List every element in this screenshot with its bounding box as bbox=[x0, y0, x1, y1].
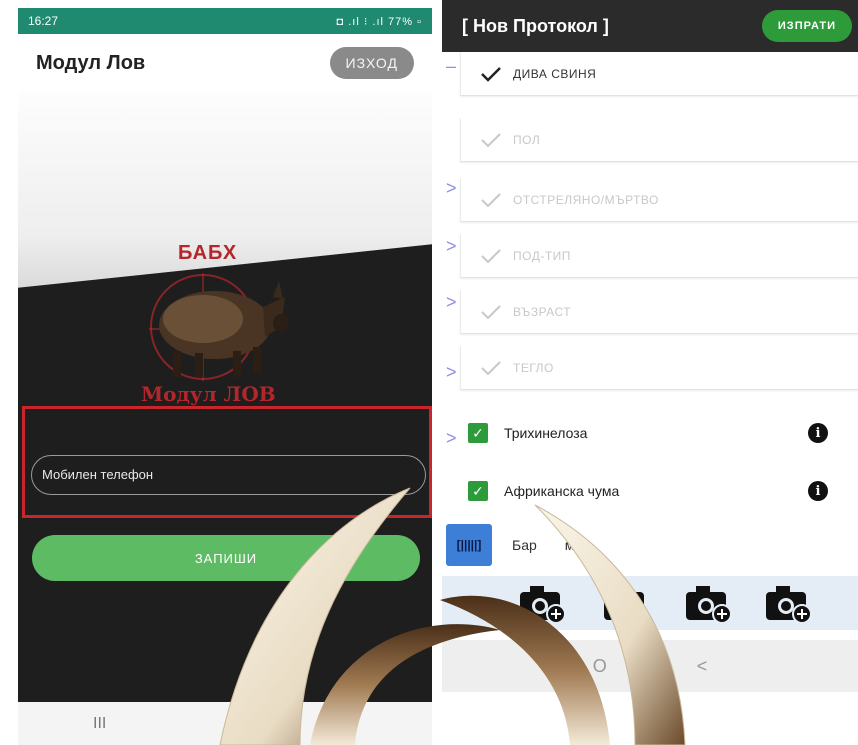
hero-banner: БАБХ Модул ЛОВ bbox=[18, 92, 432, 412]
check-label: Трихинелоза bbox=[504, 425, 588, 441]
field-label: пол bbox=[513, 132, 541, 147]
photo-row bbox=[442, 576, 858, 630]
chevron-right-icon: > bbox=[446, 362, 457, 382]
info-icon[interactable]: i bbox=[808, 423, 828, 443]
chevron-right-icon: > bbox=[446, 428, 457, 448]
field-species[interactable]: дива свиня bbox=[460, 52, 858, 96]
info-icon[interactable]: i bbox=[808, 481, 828, 501]
barcode-label: Бар мер bbox=[512, 537, 590, 553]
add-photo-camera-icon[interactable] bbox=[516, 580, 568, 626]
checkbox-checked-icon[interactable]: ✓ bbox=[468, 423, 488, 443]
mobile-phone-input[interactable]: Мобилен телефон bbox=[31, 455, 426, 495]
chevron-right-icon: > bbox=[446, 292, 457, 312]
protocol-app-bar: [ Нов Протокол ] ИЗПРАТИ bbox=[442, 0, 858, 52]
field-label: тегло bbox=[513, 360, 554, 375]
boar-logo-icon bbox=[149, 273, 289, 381]
logo-subtitle: Модул ЛОВ bbox=[141, 382, 276, 406]
phone-field-highlight: Мобилен телефон bbox=[22, 406, 432, 518]
home-button[interactable]: O bbox=[593, 656, 607, 677]
check-trichinella[interactable]: ✓ Трихинелоза i bbox=[460, 408, 858, 458]
check-icon bbox=[481, 248, 501, 263]
chevron-right-icon: > bbox=[446, 178, 457, 198]
exit-button[interactable]: ИЗХОД bbox=[329, 47, 414, 79]
add-photo-camera-icon[interactable] bbox=[600, 580, 652, 626]
field-shot-dead[interactable]: отстреляно/мъртво bbox=[460, 178, 858, 222]
status-bar: 16:27 ◘ .ıl ⁝ .ıl 77% ▫ bbox=[18, 8, 432, 34]
recent-apps-button[interactable]: III bbox=[93, 715, 106, 733]
field-label: възраст bbox=[513, 304, 572, 319]
system-nav-bar: III bbox=[18, 702, 432, 745]
logo-title: БАБХ bbox=[178, 242, 238, 264]
chevron-right-icon: > bbox=[446, 236, 457, 256]
save-button[interactable]: ЗАПИШИ bbox=[32, 535, 420, 581]
send-button[interactable]: ИЗПРАТИ bbox=[761, 10, 852, 42]
app-title: Модул Лов bbox=[36, 51, 146, 74]
app-bar: Модул Лов ИЗХОД bbox=[18, 34, 432, 92]
check-label: Африканска чума bbox=[504, 483, 620, 499]
system-nav-bar: O < bbox=[442, 640, 858, 692]
add-photo-camera-icon[interactable] bbox=[682, 580, 734, 626]
add-photo-camera-icon[interactable] bbox=[762, 580, 814, 626]
back-button[interactable]: < bbox=[697, 656, 708, 677]
side-marker: – bbox=[446, 56, 457, 76]
protocol-title: [ Нов Протокол ] bbox=[462, 15, 609, 36]
field-label: дива свиня bbox=[513, 66, 597, 81]
check-icon bbox=[481, 192, 501, 207]
barcode-icon[interactable]: [|||||] bbox=[446, 524, 492, 566]
field-label: отстреляно/мъртво bbox=[513, 192, 659, 207]
check-icon bbox=[481, 304, 501, 319]
screenshot-collage: 16:27 ◘ .ıl ⁝ .ıl 77% ▫ Модул Лов ИЗХОД … bbox=[0, 0, 858, 745]
checkbox-checked-icon[interactable]: ✓ bbox=[468, 481, 488, 501]
check-icon bbox=[481, 132, 501, 147]
field-age[interactable]: възраст bbox=[460, 290, 858, 334]
login-screen: 16:27 ◘ .ıl ⁝ .ıl 77% ▫ Модул Лов ИЗХОД … bbox=[18, 8, 432, 745]
check-african-fever[interactable]: ✓ Африканска чума i bbox=[460, 466, 858, 516]
protocol-screen: [ Нов Протокол ] ИЗПРАТИ – дива свиня по… bbox=[442, 0, 858, 745]
status-icons: ◘ .ıl ⁝ .ıl 77% ▫ bbox=[336, 15, 422, 28]
status-time: 16:27 bbox=[28, 14, 59, 28]
field-sex[interactable]: пол bbox=[460, 118, 858, 162]
check-icon bbox=[481, 360, 501, 375]
barcode-row[interactable]: [|||||] Бар мер bbox=[446, 520, 858, 570]
field-label: под-тип bbox=[513, 248, 571, 263]
field-weight[interactable]: тегло bbox=[460, 346, 858, 390]
check-icon bbox=[481, 66, 501, 82]
field-subtype[interactable]: под-тип bbox=[460, 234, 858, 278]
